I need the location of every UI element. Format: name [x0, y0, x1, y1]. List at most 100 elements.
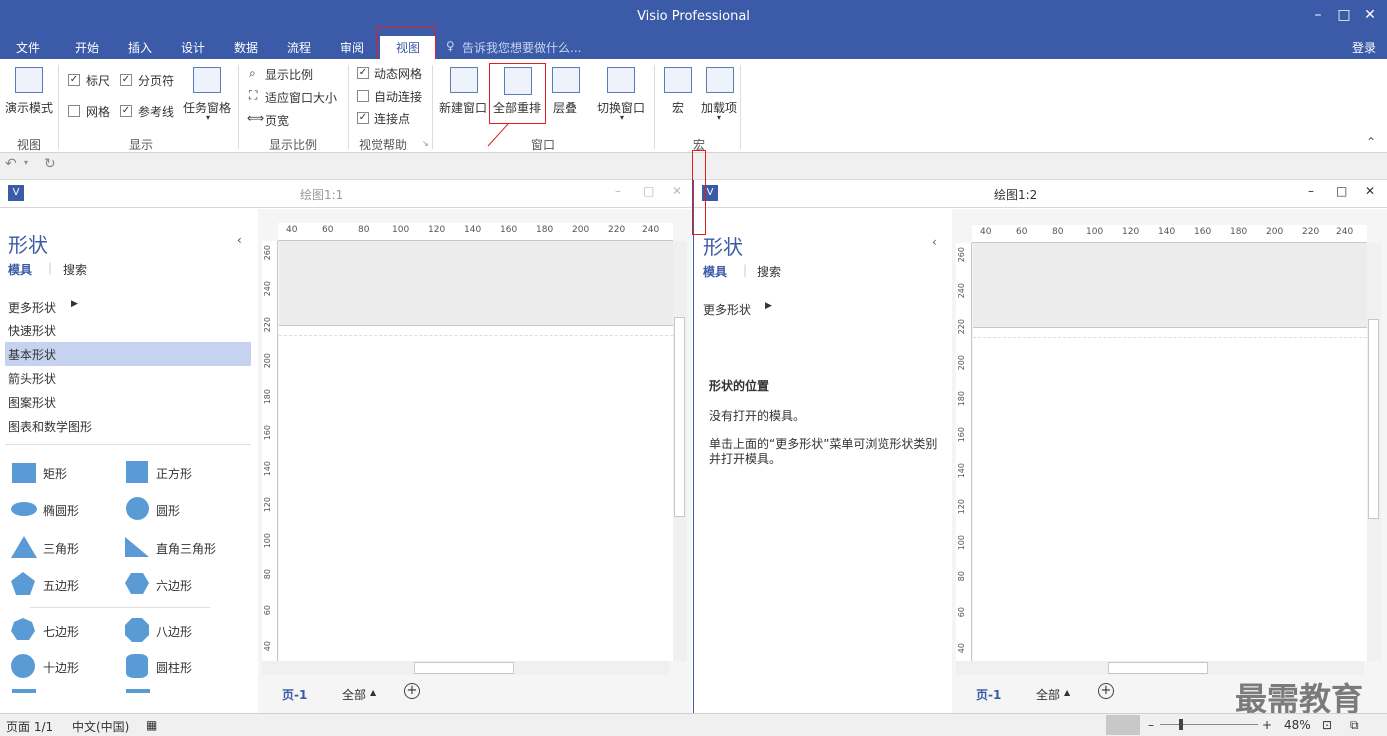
- tab-process[interactable]: 流程: [287, 39, 311, 56]
- square-shape-icon[interactable]: [126, 461, 148, 483]
- rectangle-shape-icon[interactable]: [12, 463, 36, 483]
- macros-button[interactable]: 宏: [672, 99, 684, 116]
- page-indicator[interactable]: 页面 1/1: [6, 718, 53, 735]
- more-shapes-menu[interactable]: 更多形状: [8, 299, 56, 316]
- guides-checkbox[interactable]: ✓: [120, 105, 132, 117]
- minimize-button[interactable]: –: [1305, 5, 1331, 27]
- stencil-item[interactable]: 箭头形状: [8, 370, 56, 387]
- stencil-item[interactable]: 图表和数学图形: [8, 418, 92, 435]
- login-link[interactable]: 登录: [1352, 39, 1376, 56]
- tab-review[interactable]: 审阅: [340, 39, 364, 56]
- tab-design[interactable]: 设计: [181, 39, 205, 56]
- switch-windows-icon[interactable]: ⧉: [1350, 718, 1359, 733]
- info-title: 形状的位置: [709, 379, 770, 393]
- page-width-button[interactable]: 页宽: [265, 112, 289, 129]
- dynamic-grid-checkbox[interactable]: ✓: [357, 67, 369, 79]
- switch-windows-icon: [607, 67, 635, 93]
- all-pages-tab[interactable]: 全部: [342, 686, 366, 703]
- presentation-mode-button[interactable]: [1106, 715, 1140, 735]
- scroll-thumb[interactable]: [1108, 662, 1208, 674]
- add-page-button[interactable]: +: [1098, 683, 1114, 699]
- tab-file[interactable]: 文件: [16, 39, 40, 56]
- close-button[interactable]: ✕: [672, 184, 682, 198]
- fit-to-window-button[interactable]: 适应窗口大小: [265, 89, 337, 106]
- zoom-button[interactable]: 显示比例: [265, 66, 313, 83]
- zoom-in-button[interactable]: +: [1262, 718, 1272, 732]
- ellipse-shape-icon[interactable]: [11, 502, 37, 516]
- vertical-scrollbar[interactable]: [673, 241, 687, 661]
- drawing-page[interactable]: [973, 327, 1367, 661]
- triangle-shape-icon[interactable]: [11, 536, 37, 558]
- undo-icon[interactable]: ↶: [5, 156, 17, 172]
- connection-points-checkbox[interactable]: ✓: [357, 112, 369, 124]
- scroll-thumb[interactable]: [674, 317, 685, 517]
- horizontal-scrollbar[interactable]: [262, 661, 670, 675]
- fit-page-icon[interactable]: ⊡: [1322, 718, 1332, 732]
- ruler-checkbox[interactable]: ✓: [68, 74, 80, 86]
- auto-connect-checkbox[interactable]: [357, 90, 369, 102]
- collapse-icon[interactable]: ‹: [237, 233, 242, 247]
- guides-label: 参考线: [138, 105, 175, 119]
- tab-search[interactable]: 搜索: [757, 263, 781, 280]
- decagon-shape-icon[interactable]: [11, 654, 35, 678]
- zoom-out-button[interactable]: –: [1148, 718, 1154, 732]
- tab-stencils[interactable]: 模具: [8, 261, 32, 278]
- stencil-item[interactable]: 快速形状: [8, 322, 56, 339]
- zoom-slider-thumb[interactable]: [1179, 719, 1183, 730]
- grid-checkbox[interactable]: [68, 105, 80, 117]
- hexagon-shape-icon[interactable]: [125, 573, 149, 594]
- more-shapes-menu[interactable]: 更多形状: [703, 301, 751, 318]
- tab-data[interactable]: 数据: [234, 39, 258, 56]
- ruler-tick: 140: [1158, 227, 1176, 237]
- circle-shape-icon[interactable]: [126, 497, 149, 520]
- page-tab-1[interactable]: 页-1: [976, 686, 1001, 703]
- shape-label: 七边形: [43, 625, 80, 639]
- heptagon-shape-icon[interactable]: [11, 618, 35, 642]
- tell-me-input[interactable]: 告诉我您想要做什么...: [462, 39, 581, 56]
- all-pages-tab[interactable]: 全部: [1036, 686, 1060, 703]
- pentagon-shape-icon[interactable]: [11, 572, 35, 595]
- minimize-button[interactable]: –: [615, 184, 621, 198]
- shape-label: 六边形: [156, 579, 193, 593]
- presentation-mode-button[interactable]: 演示模式: [5, 99, 53, 116]
- cylinder-shape-icon[interactable]: [126, 654, 148, 678]
- collapse-icon[interactable]: ‹: [932, 235, 937, 249]
- zoom-slider[interactable]: [1160, 724, 1258, 725]
- tab-insert[interactable]: 插入: [128, 39, 152, 56]
- maximize-button[interactable]: □: [1336, 184, 1347, 198]
- shape-icon[interactable]: [126, 689, 150, 693]
- zoom-level[interactable]: 48%: [1284, 718, 1311, 732]
- canvas-background: [279, 241, 673, 325]
- shape-icon[interactable]: [12, 689, 36, 693]
- maximize-button[interactable]: □: [643, 184, 654, 198]
- tab-search[interactable]: 搜索: [63, 261, 87, 278]
- ruler-tick: 100: [1086, 227, 1104, 237]
- stencil-item[interactable]: 图案形状: [8, 394, 56, 411]
- page-tab-1[interactable]: 页-1: [282, 686, 307, 703]
- close-button[interactable]: ✕: [1357, 5, 1383, 27]
- vertical-scrollbar[interactable]: [1367, 243, 1381, 661]
- minimize-button[interactable]: –: [1308, 184, 1314, 198]
- tab-stencils[interactable]: 模具: [703, 263, 727, 280]
- tab-home[interactable]: 开始: [75, 39, 99, 56]
- cascade-button[interactable]: 层叠: [553, 99, 577, 116]
- close-button[interactable]: ✕: [1365, 184, 1375, 198]
- right-triangle-shape-icon[interactable]: [125, 537, 149, 557]
- dialog-launcher-icon[interactable]: ↘: [422, 139, 429, 148]
- scroll-thumb[interactable]: [1368, 319, 1379, 519]
- chevron-down-icon[interactable]: ▾: [24, 158, 28, 167]
- collapse-ribbon-icon[interactable]: ⌃: [1366, 135, 1376, 149]
- restore-button[interactable]: □: [1331, 5, 1357, 27]
- ruler-tick: 60: [1016, 227, 1028, 237]
- page-width-icon: ⟺: [247, 111, 265, 125]
- scroll-thumb[interactable]: [414, 662, 514, 674]
- drawing-page[interactable]: [279, 325, 673, 661]
- new-window-button[interactable]: 新建窗口: [439, 99, 487, 116]
- stencil-item-selected[interactable]: 基本形状: [8, 346, 56, 363]
- page-breaks-checkbox[interactable]: ✓: [120, 74, 132, 86]
- macro-record-icon[interactable]: ▦: [146, 718, 157, 732]
- redo-icon[interactable]: ↻: [44, 156, 56, 172]
- octagon-shape-icon[interactable]: [125, 618, 149, 642]
- horizontal-scrollbar[interactable]: [956, 661, 1364, 675]
- add-page-button[interactable]: +: [404, 683, 420, 699]
